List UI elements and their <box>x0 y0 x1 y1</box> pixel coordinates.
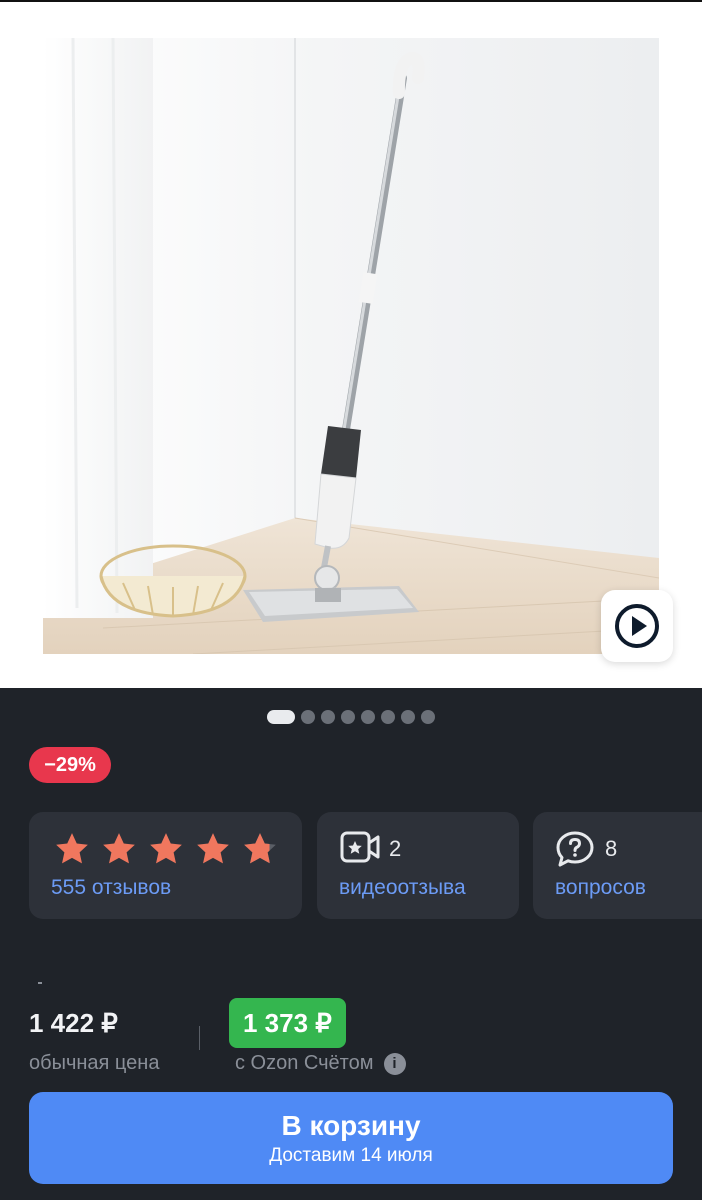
product-gallery[interactable] <box>0 2 702 688</box>
video-camera-icon <box>340 831 380 863</box>
pagination-dot[interactable] <box>341 710 355 724</box>
gallery-pagination <box>0 710 702 724</box>
video-reviews-count: 2 <box>389 836 402 861</box>
ozon-card-label-text: с Ozon Счётом <box>235 1052 374 1074</box>
discount-badge: −29% <box>29 747 111 783</box>
star-icon <box>197 833 229 864</box>
pagination-dot[interactable] <box>321 710 335 724</box>
reviews-link[interactable]: 555 отзывов <box>51 876 171 900</box>
product-photo[interactable] <box>43 38 659 654</box>
play-video-button[interactable] <box>601 590 673 662</box>
questions-link[interactable]: вопросов <box>555 876 646 900</box>
ozon-card-price-label: с Ozon Счётом i <box>235 1052 406 1075</box>
star-icon <box>150 833 182 864</box>
pagination-dot[interactable] <box>381 710 395 724</box>
star-half-icon <box>244 833 276 864</box>
add-to-cart-label: В корзину <box>281 1110 421 1141</box>
questions-count: 8 <box>605 836 618 861</box>
ozon-card-price-value: 1 373 ₽ <box>243 1007 332 1038</box>
rating-stars <box>53 830 279 868</box>
pagination-dot[interactable] <box>361 710 375 724</box>
star-icon <box>56 833 88 864</box>
divider-mark <box>38 982 42 984</box>
play-icon <box>615 604 659 648</box>
video-reviews-card[interactable]: 2 видеоотзыва <box>317 812 519 919</box>
pagination-dot[interactable] <box>421 710 435 724</box>
regular-price-label: обычная цена <box>29 1052 160 1074</box>
ozon-card-price: 1 373 ₽ <box>229 998 346 1048</box>
pagination-dot[interactable] <box>401 710 415 724</box>
star-icon <box>103 833 135 864</box>
video-reviews-link[interactable]: видеоотзыва <box>339 876 466 900</box>
pagination-dot[interactable] <box>301 710 315 724</box>
pagination-dot-active[interactable] <box>267 710 295 724</box>
question-bubble-icon <box>556 831 594 867</box>
questions-card[interactable]: 8 вопросов <box>533 812 702 919</box>
info-icon[interactable]: i <box>383 1052 406 1075</box>
add-to-cart-button[interactable]: В корзину Доставим 14 июля <box>29 1092 673 1184</box>
price-block: 1 422 ₽ обычная цена 1 373 ₽ с Ozon Счёт… <box>0 990 702 1080</box>
price-separator <box>199 1026 200 1050</box>
delivery-date-label: Доставим 14 июля <box>269 1145 433 1166</box>
regular-price: 1 422 ₽ <box>29 1008 118 1038</box>
rating-card[interactable]: 555 отзывов <box>29 812 302 919</box>
